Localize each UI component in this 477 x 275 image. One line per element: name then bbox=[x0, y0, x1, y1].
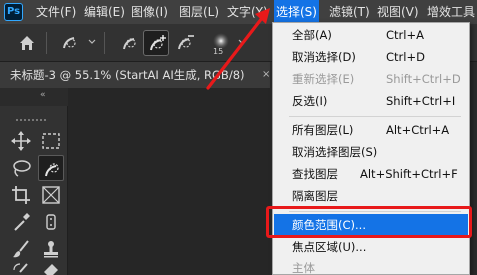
separator bbox=[104, 32, 105, 54]
frame-tool-icon[interactable] bbox=[38, 182, 64, 208]
menu-view[interactable]: 视图(V) bbox=[377, 0, 419, 24]
menu-item-inverse[interactable]: 反选(I) Shift+Ctrl+I bbox=[274, 90, 468, 112]
eyedropper-tool-icon[interactable] bbox=[8, 209, 34, 235]
document-tab[interactable]: 未标题-3 @ 55.1% (StartAI AI生成, RGB/8) bbox=[0, 62, 270, 88]
menu-item-isolate-layers[interactable]: 隔离图层 bbox=[274, 185, 468, 207]
menu-item-deselect-layers[interactable]: 取消选择图层(S) bbox=[274, 141, 468, 163]
home-icon[interactable] bbox=[14, 30, 40, 56]
collapse-panel-icon[interactable]: « bbox=[40, 90, 46, 100]
eraser-tool-icon[interactable] bbox=[38, 258, 64, 275]
document-tab-bar: 未标题-3 @ 55.1% (StartAI AI生成, RGB/8) bbox=[0, 62, 270, 88]
menu-item-reselect: 重新选择(E) Shift+Ctrl+D bbox=[292, 72, 461, 86]
history-brush-tool-icon[interactable] bbox=[8, 258, 34, 275]
close-icon[interactable]: × bbox=[262, 62, 270, 88]
menu-edit[interactable]: 编辑(E) bbox=[84, 0, 125, 24]
menu-plugins[interactable]: 增效工具 bbox=[427, 0, 475, 24]
menu-bar: Ps 文件(F) 编辑(E) 图像(I) 图层(L) 文字(Y) 选择(S) 滤… bbox=[0, 0, 477, 24]
brush-size-value: 15 bbox=[213, 47, 224, 56]
annotation-highlight-box bbox=[266, 206, 472, 238]
photoshop-logo[interactable]: Ps bbox=[4, 3, 23, 21]
menu-file[interactable]: 文件(F) bbox=[36, 0, 76, 24]
separator bbox=[46, 32, 47, 54]
chevron-down-icon[interactable] bbox=[238, 38, 246, 46]
menu-item-all-layers[interactable]: 所有图层(L) Alt+Ctrl+A bbox=[274, 119, 468, 141]
menu-type[interactable]: 文字(Y) bbox=[227, 0, 268, 24]
panel-grip[interactable] bbox=[16, 110, 52, 121]
menu-item-subject: 主体 bbox=[292, 261, 315, 275]
chevron-down-icon[interactable] bbox=[88, 38, 96, 46]
menu-layer[interactable]: 图层(L) bbox=[179, 0, 219, 24]
menu-item-find-layers[interactable]: 查找图层 Alt+Shift+Ctrl+F bbox=[274, 163, 468, 185]
canvas-area[interactable] bbox=[68, 88, 270, 275]
crop-tool-icon[interactable] bbox=[8, 182, 34, 208]
menu-item-select-all[interactable]: 全部(A) Ctrl+A bbox=[274, 24, 468, 46]
menu-separator bbox=[289, 116, 461, 117]
quick-selection-preset-icon[interactable] bbox=[56, 30, 82, 56]
menu-item-deselect[interactable]: 取消选择(D) Ctrl+D bbox=[274, 46, 468, 68]
move-tool-icon[interactable] bbox=[8, 128, 34, 154]
quick-selection-new-icon[interactable] bbox=[116, 30, 142, 56]
menu-item-focus-area[interactable]: 焦点区域(U)... bbox=[274, 236, 468, 258]
spot-healing-tool-icon[interactable] bbox=[38, 209, 64, 235]
quick-selection-subtract-icon[interactable] bbox=[172, 30, 198, 56]
menu-filter[interactable]: 滤镜(T) bbox=[329, 0, 370, 24]
toolbar-header bbox=[0, 88, 68, 106]
menu-select[interactable]: 选择(S) bbox=[274, 0, 319, 24]
lasso-tool-icon[interactable] bbox=[8, 155, 34, 181]
marquee-tool-icon[interactable] bbox=[38, 128, 64, 154]
quick-selection-add-icon[interactable] bbox=[143, 30, 169, 56]
menu-image[interactable]: 图像(I) bbox=[131, 0, 168, 24]
quick-selection-tool-icon[interactable] bbox=[38, 155, 64, 181]
